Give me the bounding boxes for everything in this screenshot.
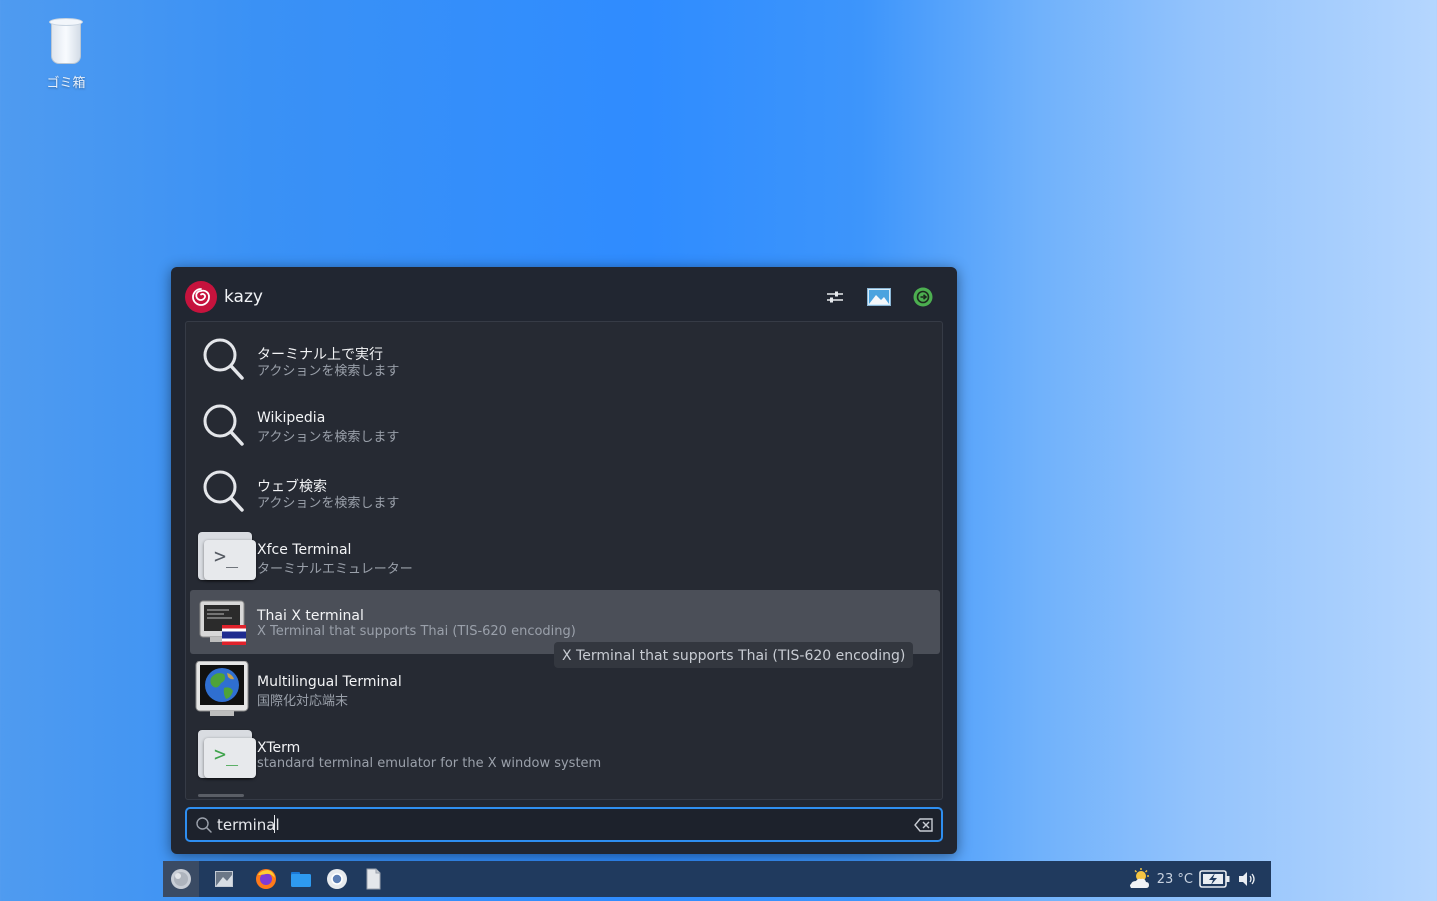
logout-button[interactable] xyxy=(911,285,935,309)
app-launcher: kazy ターミナル上で実行 アクションを検索します Wikipedia アクシ… xyxy=(171,267,957,854)
weather-temperature[interactable]: 23 °C xyxy=(1157,872,1193,887)
result-subtitle: standard terminal emulator for the X win… xyxy=(257,756,602,771)
browser-button[interactable] xyxy=(326,868,348,890)
result-subtitle: アクションを検索します xyxy=(257,496,400,511)
result-item[interactable]: >_ Xfce Terminal ターミナルエミュレーター xyxy=(190,524,940,588)
start-orb-icon xyxy=(171,869,191,889)
search-icon xyxy=(194,331,250,385)
volume-icon[interactable] xyxy=(1237,870,1257,888)
result-subtitle: アクションを検索します xyxy=(257,364,400,379)
search-icon xyxy=(194,463,250,517)
next-result-peek xyxy=(198,794,244,797)
result-title: Multilingual Terminal xyxy=(257,674,402,690)
result-title: Wikipedia xyxy=(257,410,326,426)
desktop-trash[interactable]: ゴミ箱 xyxy=(28,18,104,91)
search-results-list[interactable]: ターミナル上で実行 アクションを検索します Wikipedia アクションを検索… xyxy=(185,321,943,800)
tooltip: X Terminal that supports Thai (TIS-620 e… xyxy=(554,642,914,668)
taskbar: 23 °C xyxy=(163,861,1271,897)
terminal-icon: >_ xyxy=(194,727,256,781)
result-subtitle: X Terminal that supports Thai (TIS-620 e… xyxy=(257,624,576,639)
globe-terminal-icon xyxy=(194,660,250,716)
terminal-icon: >_ xyxy=(194,529,256,583)
backspace-clear-icon xyxy=(914,818,933,832)
search-box[interactable] xyxy=(185,807,943,842)
system-tray: 23 °C xyxy=(1127,868,1257,890)
start-menu-button[interactable] xyxy=(163,861,199,897)
thai-terminal-icon xyxy=(194,595,250,649)
result-subtitle: ターミナルエミュレーター xyxy=(257,562,413,577)
desktop-icon-label: ゴミ箱 xyxy=(46,76,86,91)
chromium-icon xyxy=(327,869,347,889)
result-title: XTerm xyxy=(257,740,301,756)
text-editor-button[interactable] xyxy=(362,868,384,890)
show-desktop-button[interactable] xyxy=(213,868,235,890)
user-avatar[interactable] xyxy=(185,281,217,313)
result-title: Thai X terminal xyxy=(257,608,364,624)
result-subtitle: 国際化対応端末 xyxy=(257,694,349,709)
clear-search-button[interactable] xyxy=(913,815,935,835)
user-name: kazy xyxy=(224,287,263,307)
result-subtitle: アクションを検索します xyxy=(257,430,400,445)
settings-button[interactable] xyxy=(823,285,847,309)
file-manager-button[interactable] xyxy=(290,868,312,890)
search-icon xyxy=(195,816,213,834)
document-icon xyxy=(366,868,381,890)
trash-icon xyxy=(49,18,83,64)
folder-icon xyxy=(291,872,311,887)
screen-lock-icon xyxy=(867,288,891,306)
result-item[interactable]: ターミナル上で実行 アクションを検索します xyxy=(190,326,940,390)
launcher-header: kazy xyxy=(185,281,943,313)
firefox-button[interactable] xyxy=(255,868,277,890)
result-item[interactable]: >_ XTerm standard terminal emulator for … xyxy=(190,722,940,786)
logout-icon xyxy=(913,287,933,307)
search-input[interactable] xyxy=(217,814,897,836)
result-item[interactable]: Wikipedia アクションを検索します xyxy=(190,392,940,456)
firefox-icon xyxy=(256,869,276,889)
search-icon xyxy=(194,397,250,451)
result-item[interactable]: ウェブ検索 アクションを検索します xyxy=(190,458,940,522)
lock-screen-button[interactable] xyxy=(867,285,891,309)
battery-charging-icon[interactable] xyxy=(1199,869,1231,889)
result-title: Xfce Terminal xyxy=(257,542,352,558)
partly-cloudy-icon[interactable] xyxy=(1127,868,1151,890)
debian-swirl-icon xyxy=(192,288,210,306)
text-caret xyxy=(274,815,275,833)
sliders-icon xyxy=(827,291,843,303)
desktop-icon xyxy=(215,871,233,887)
